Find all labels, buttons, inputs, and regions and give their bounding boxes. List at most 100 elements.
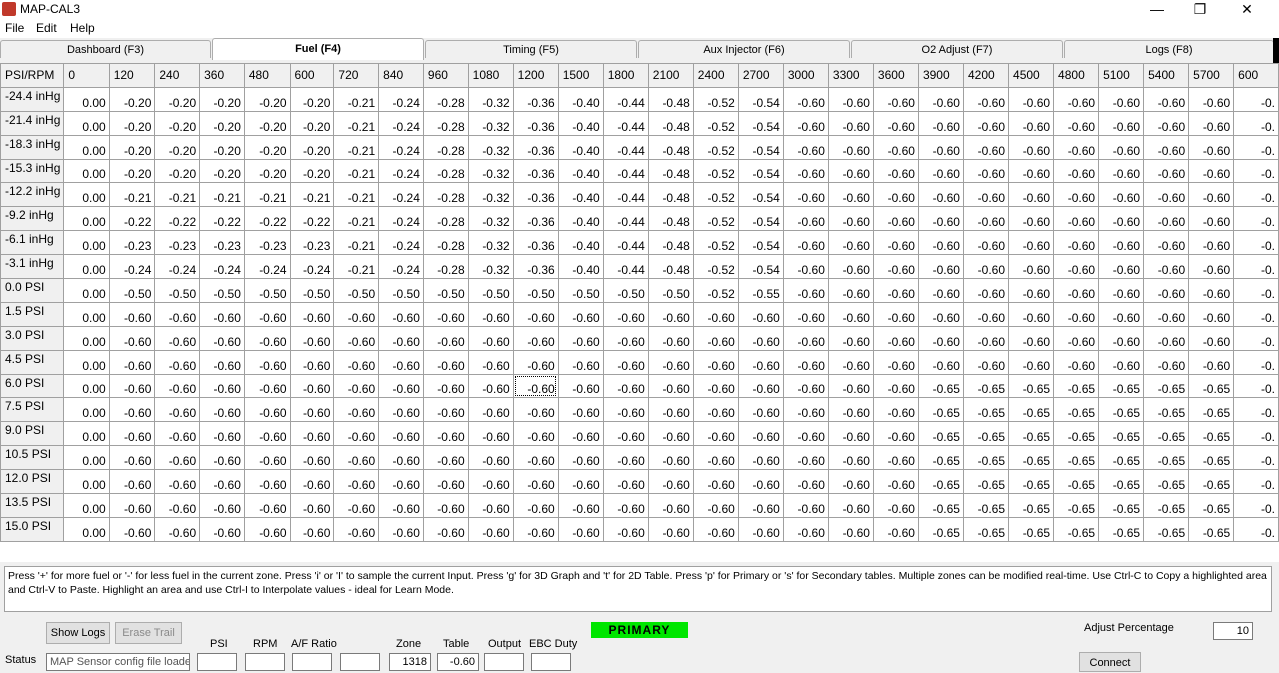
fuel-cell[interactable]: 0.00: [63, 397, 110, 423]
fuel-cell[interactable]: -0.60: [1053, 301, 1100, 327]
fuel-cell[interactable]: -0.20: [243, 86, 291, 112]
fuel-cell[interactable]: -0.60: [602, 516, 649, 542]
fuel-cell[interactable]: -0.60: [962, 110, 1010, 136]
fuel-cell[interactable]: -0.60: [872, 182, 919, 208]
fuel-cell[interactable]: -0.60: [108, 373, 156, 399]
fuel-cell[interactable]: -0.20: [199, 86, 245, 112]
fuel-cell[interactable]: -0.60: [917, 230, 964, 256]
fuel-cell[interactable]: -0.60: [1143, 230, 1190, 256]
fuel-cell[interactable]: -0.60: [243, 349, 291, 375]
fuel-cell[interactable]: -0.60: [917, 278, 964, 303]
fuel-cell[interactable]: -0.65: [1143, 397, 1190, 423]
fuel-cell[interactable]: -0.60: [1053, 278, 1100, 303]
fuel-cell[interactable]: 0.00: [63, 493, 110, 518]
fuel-cell[interactable]: -0.60: [1188, 349, 1235, 375]
fuel-cell[interactable]: 0.00: [63, 445, 110, 471]
fuel-cell[interactable]: -0.65: [1098, 493, 1145, 518]
fuel-cell[interactable]: -0.60: [154, 349, 201, 375]
fuel-cell[interactable]: -0.60: [872, 397, 919, 423]
fuel-cell[interactable]: -0.60: [1188, 158, 1235, 184]
fuel-cell[interactable]: -0.60: [827, 516, 874, 542]
fuel-cell[interactable]: -0.24: [378, 86, 424, 112]
fuel-cell[interactable]: -0.32: [467, 110, 514, 136]
fuel-cell[interactable]: -0.60: [289, 493, 335, 518]
fuel-cell[interactable]: -0.20: [199, 158, 245, 184]
fuel-cell[interactable]: -0.65: [1053, 445, 1100, 471]
fuel-cell[interactable]: -0.23: [108, 230, 156, 256]
fuel-cell[interactable]: -0.60: [647, 493, 694, 518]
fuel-cell[interactable]: 0.00: [63, 86, 110, 112]
fuel-cell[interactable]: -0.60: [422, 469, 469, 495]
fuel-cell[interactable]: -0.60: [827, 254, 874, 280]
fuel-cell[interactable]: -0.60: [827, 230, 874, 256]
fuel-cell[interactable]: -0.: [1233, 469, 1279, 495]
fuel-cell[interactable]: 0.00: [63, 349, 110, 375]
fuel-cell[interactable]: -0.60: [333, 469, 380, 495]
fuel-cell[interactable]: -0.60: [962, 301, 1010, 327]
fuel-cell[interactable]: -0.40: [557, 206, 604, 232]
fuel-cell[interactable]: -0.60: [917, 254, 964, 280]
fuel-cell[interactable]: -0.60: [782, 86, 829, 112]
fuel-cell[interactable]: 0.00: [63, 421, 110, 447]
fuel-cell[interactable]: 0.00: [63, 325, 110, 351]
fuel-cell[interactable]: -0.60: [872, 421, 919, 447]
fuel-cell[interactable]: -0.22: [243, 206, 291, 232]
fuel-cell[interactable]: -0.21: [243, 182, 291, 208]
fuel-cell[interactable]: -0.: [1233, 301, 1279, 327]
fuel-cell[interactable]: -0.23: [199, 230, 245, 256]
fuel-cell[interactable]: -0.50: [467, 278, 514, 303]
fuel-cell[interactable]: -0.65: [1143, 421, 1190, 447]
fuel-cell[interactable]: -0.60: [512, 469, 559, 495]
fuel-cell[interactable]: -0.60: [827, 349, 874, 375]
fuel-cell[interactable]: -0.60: [962, 158, 1010, 184]
fuel-cell[interactable]: -0.60: [199, 421, 245, 447]
fuel-cell[interactable]: -0.21: [333, 230, 380, 256]
fuel-cell[interactable]: -0.20: [154, 110, 201, 136]
fuel-cell[interactable]: -0.28: [422, 110, 469, 136]
fuel-cell[interactable]: -0.60: [827, 182, 874, 208]
fuel-cell[interactable]: -0.20: [243, 134, 291, 160]
fuel-cell[interactable]: -0.60: [557, 373, 604, 399]
fuel-cell[interactable]: 0.00: [63, 230, 110, 256]
fuel-cell[interactable]: -0.60: [333, 445, 380, 471]
fuel-cell[interactable]: -0.40: [557, 182, 604, 208]
fuel-cell[interactable]: -0.: [1233, 493, 1279, 518]
fuel-cell[interactable]: -0.48: [647, 206, 694, 232]
fuel-cell[interactable]: 0.00: [63, 158, 110, 184]
fuel-cell[interactable]: -0.60: [199, 516, 245, 542]
fuel-cell[interactable]: -0.60: [422, 325, 469, 351]
fuel-cell[interactable]: -0.: [1233, 230, 1279, 256]
fuel-cell[interactable]: -0.60: [289, 469, 335, 495]
fuel-cell[interactable]: -0.40: [557, 254, 604, 280]
fuel-cell[interactable]: -0.60: [872, 325, 919, 351]
fuel-cell[interactable]: 0.00: [63, 516, 110, 542]
fuel-cell[interactable]: -0.54: [737, 110, 784, 136]
fuel-cell[interactable]: -0.60: [333, 349, 380, 375]
fuel-cell[interactable]: -0.60: [512, 421, 559, 447]
fuel-cell[interactable]: -0.60: [378, 373, 424, 399]
fuel-cell[interactable]: -0.60: [289, 397, 335, 423]
fuel-cell[interactable]: -0.60: [378, 469, 424, 495]
fuel-cell[interactable]: -0.60: [512, 397, 559, 423]
fuel-cell[interactable]: -0.60: [962, 278, 1010, 303]
fuel-cell[interactable]: -0.60: [1008, 325, 1055, 351]
fuel-cell[interactable]: -0.40: [557, 86, 604, 112]
fuel-cell[interactable]: -0.20: [289, 134, 335, 160]
fuel-cell[interactable]: -0.44: [602, 230, 649, 256]
fuel-cell[interactable]: -0.60: [1008, 278, 1055, 303]
fuel-cell[interactable]: -0.60: [243, 469, 291, 495]
fuel-cell[interactable]: -0.65: [1188, 469, 1235, 495]
fuel-cell[interactable]: -0.60: [1098, 110, 1145, 136]
fuel-cell[interactable]: -0.60: [962, 254, 1010, 280]
fuel-cell[interactable]: -0.32: [467, 254, 514, 280]
fuel-cell[interactable]: -0.50: [289, 278, 335, 303]
fuel-cell[interactable]: -0.60: [827, 445, 874, 471]
fuel-cell[interactable]: -0.50: [557, 278, 604, 303]
fuel-cell[interactable]: 0.00: [63, 206, 110, 232]
fuel-cell[interactable]: -0.60: [872, 349, 919, 375]
fuel-cell[interactable]: -0.60: [872, 230, 919, 256]
fuel-cell[interactable]: -0.60: [872, 469, 919, 495]
fuel-cell[interactable]: -0.21: [289, 182, 335, 208]
fuel-cell[interactable]: -0.60: [827, 469, 874, 495]
fuel-cell[interactable]: -0.60: [1008, 134, 1055, 160]
